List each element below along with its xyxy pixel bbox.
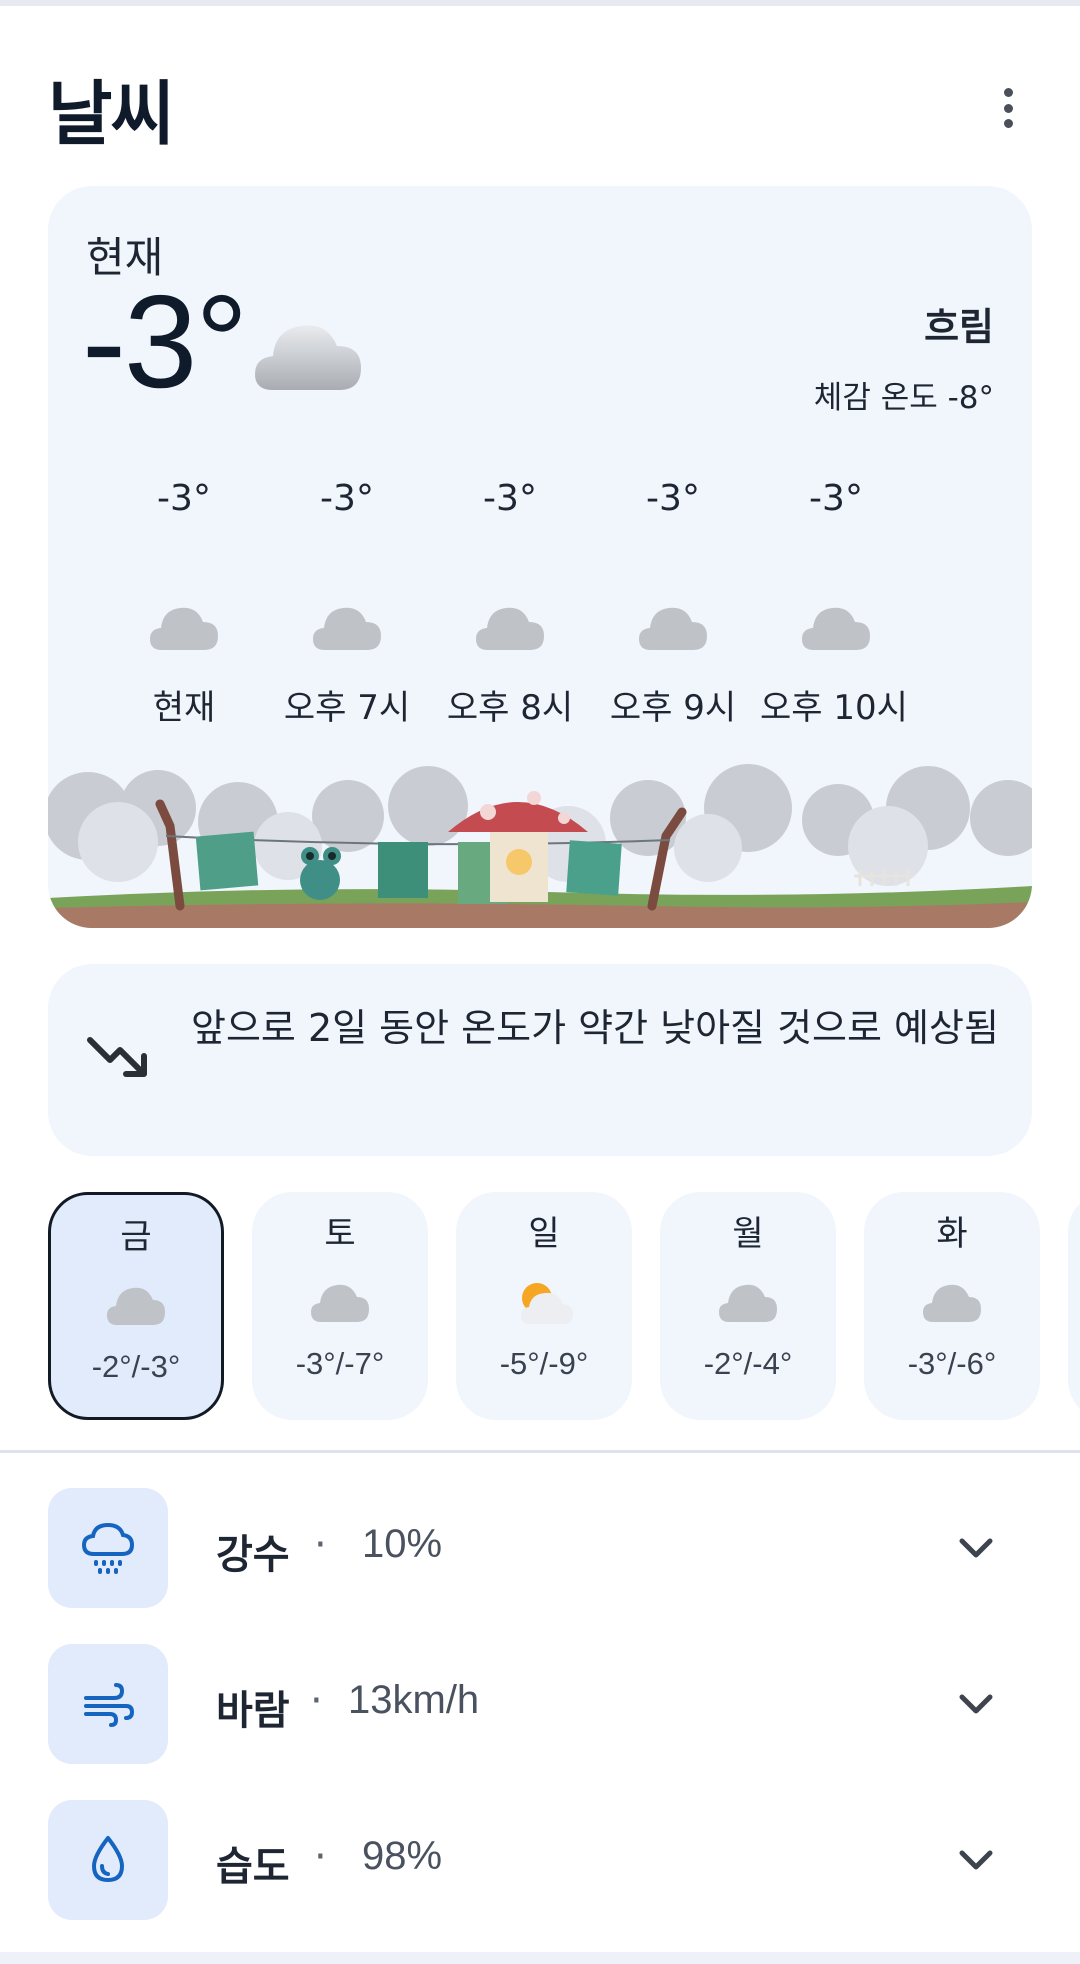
chevron-down-icon (959, 1694, 993, 1714)
day-card-partial[interactable] (1068, 1192, 1080, 1420)
day-card-tue[interactable]: 화 -3°/-6° (864, 1192, 1040, 1420)
daily-forecast[interactable]: 금 -2°/-3° 토 -3°/-7° 일 -5°/-9° 월 -2°/-4° … (48, 1192, 1080, 1422)
weather-illustration (48, 764, 1032, 928)
status-edge (0, 0, 1080, 6)
day-name: 월 (732, 1214, 764, 1254)
day-temp-range: -2°/-4° (703, 1346, 793, 1381)
page-title: 날씨 (48, 73, 175, 155)
icon-container (48, 1488, 168, 1608)
more-vertical-icon (1003, 88, 1013, 97)
day-temp-range: -5°/-9° (499, 1346, 589, 1381)
cloud-icon (923, 1284, 981, 1322)
chevron-down-icon (959, 1538, 993, 1558)
day-name: 토 (324, 1214, 356, 1254)
hourly-time: 오후 10시 (760, 688, 908, 728)
partly-sunny-icon (521, 1283, 573, 1324)
day-card-mon[interactable]: 월 -2°/-4° (660, 1192, 836, 1420)
detail-label: 강수 (216, 1532, 290, 1578)
separator-dot: · (310, 1678, 323, 1724)
cloud-icon (311, 1284, 369, 1322)
condition-text: 흐림 (924, 305, 994, 349)
water-drop-icon (92, 1836, 124, 1882)
detail-value: 10% (362, 1522, 443, 1566)
cloud-icon (107, 1287, 165, 1325)
cloud-icon (719, 1284, 777, 1322)
forecast-insight-card: 앞으로 2일 동안 온도가 약간 낮아질 것으로 예상됨 (48, 964, 1032, 1156)
insight-text: 앞으로 2일 동안 온도가 약간 낮아질 것으로 예상됨 (191, 1006, 999, 1050)
section-divider (0, 1450, 1080, 1453)
hourly-temp: -3° (809, 478, 863, 519)
cloud-icon (476, 607, 544, 650)
cloud-icon (150, 607, 218, 650)
cloud-icon (255, 325, 361, 390)
cloud-icon (802, 607, 870, 650)
wind-row[interactable]: 바람 · 13km/h (48, 1644, 1032, 1764)
rain-cloud-icon (81, 1522, 135, 1574)
day-name: 금 (120, 1217, 152, 1257)
separator-dot: · (314, 1834, 327, 1880)
current-weather-card[interactable]: 현재 -3° 흐림 체감 온도 -8° -3° 현재 -3° 오후 7시 -3° (48, 186, 1032, 928)
day-temp-range: -2°/-3° (91, 1349, 181, 1384)
trending-down-icon (87, 1037, 147, 1077)
icon-container (48, 1800, 168, 1920)
detail-label: 습도 (216, 1844, 290, 1890)
chevron-down-icon (959, 1850, 993, 1870)
detail-label: 바람 (216, 1688, 290, 1734)
day-card-sun[interactable]: 일 -5°/-9° (456, 1192, 632, 1420)
bottom-edge (0, 1952, 1080, 1964)
current-temperature: -3° (82, 268, 248, 415)
humidity-row[interactable]: 습도 · 98% (48, 1800, 1032, 1920)
precipitation-row[interactable]: 강수 · 10% (48, 1488, 1032, 1608)
icon-container (48, 1644, 168, 1764)
hourly-forecast[interactable]: -3° 현재 -3° 오후 7시 -3° 오후 8시 -3° 오후 9시 -3°… (48, 474, 1032, 744)
more-options-button[interactable] (988, 82, 1028, 134)
cloud-icon (639, 607, 707, 650)
detail-value: 98% (362, 1834, 443, 1878)
separator-dot: · (314, 1522, 327, 1568)
detail-value: 13km/h (348, 1678, 480, 1722)
day-card-fri[interactable]: 금 -2°/-3° (48, 1192, 224, 1420)
cloud-icon (313, 607, 381, 650)
day-temp-range: -3°/-7° (295, 1346, 385, 1381)
day-card-sat[interactable]: 토 -3°/-7° (252, 1192, 428, 1420)
day-name: 화 (936, 1214, 968, 1254)
wind-icon (84, 1683, 135, 1727)
day-temp-range: -3°/-6° (907, 1346, 997, 1381)
day-name: 일 (528, 1214, 560, 1254)
feels-like-text: 체감 온도 -8° (813, 380, 994, 416)
hourly-item: -3° 오후 10시 (736, 474, 966, 729)
